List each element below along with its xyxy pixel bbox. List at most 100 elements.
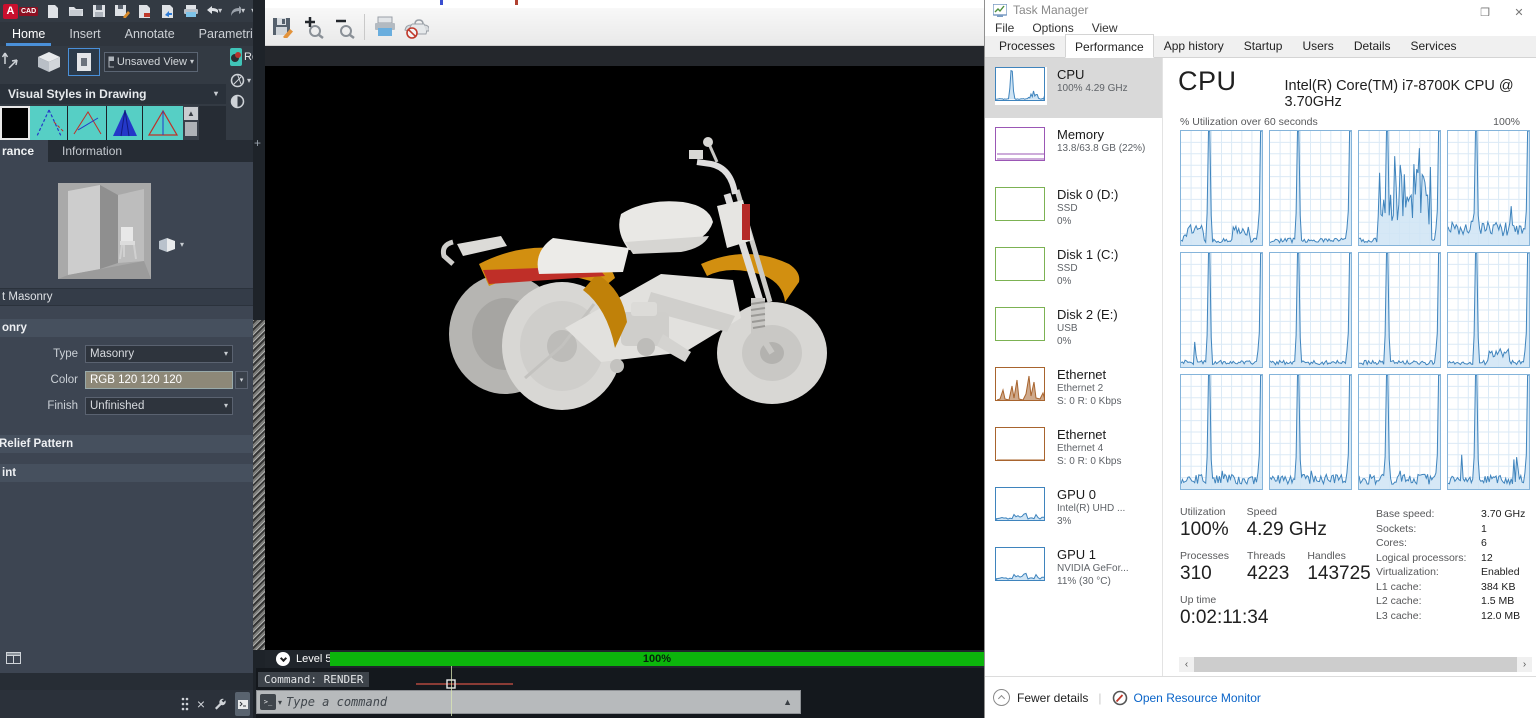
sidebar-item-disk-2-e-4[interactable]: Disk 2 (E:)USB0% <box>985 298 1162 358</box>
print-render-icon[interactable] <box>372 13 398 41</box>
save-icon[interactable] <box>90 3 107 19</box>
zoom-in-icon[interactable] <box>300 13 326 41</box>
print-icon[interactable] <box>182 3 199 19</box>
ribbon-tab-annotate[interactable]: Annotate <box>113 22 187 46</box>
sidebar-item-ethernet-6[interactable]: EthernetEthernet 4S: 0 R: 0 Kbps <box>985 418 1162 478</box>
drag-handle-icon[interactable] <box>181 697 189 711</box>
autocad-status-bar: × <box>0 690 256 718</box>
visual-style-thumb-hidden[interactable] <box>143 106 183 140</box>
redo-icon[interactable]: ▾ <box>228 3 245 19</box>
menu-options[interactable]: Options <box>1032 21 1073 35</box>
finish-dropdown[interactable]: Unfinished▾ <box>85 397 233 415</box>
swatch-shape-button[interactable]: ▾ <box>157 236 184 253</box>
utilization-caption: % Utilization over 60 seconds <box>1180 116 1318 128</box>
sidebar-item-memory-1[interactable]: Memory13.8/63.8 GB (22%) <box>985 118 1162 178</box>
close-icon[interactable]: ✕ <box>1502 1 1536 19</box>
cpu-chip-name: Intel(R) Core(TM) i7-8700K CPU @ 3.70GHz <box>1285 78 1522 110</box>
sidebar-item-gpu-0-7[interactable]: GPU 0Intel(R) UHD ...3% <box>985 478 1162 538</box>
progress-chevron-icon[interactable] <box>276 652 290 666</box>
3d-box-icon[interactable] <box>34 48 64 76</box>
stat-handles: Handles143725 <box>1307 550 1370 585</box>
visual-styles-header[interactable]: Visual Styles in Drawing ▾ <box>0 84 226 104</box>
scroll-right-icon[interactable]: › <box>1517 659 1532 670</box>
thumbnail-scrollbar[interactable]: ▲ <box>183 106 199 140</box>
maximize-icon[interactable]: ❒ <box>1468 1 1502 19</box>
tab-services[interactable]: Services <box>1401 35 1467 57</box>
section-relief-pattern[interactable]: Relief Pattern <box>0 435 253 453</box>
autocad-logo-icon[interactable]: A CAD <box>3 4 38 19</box>
save-render-icon[interactable] <box>269 13 295 41</box>
menu-file[interactable]: File <box>995 21 1014 35</box>
detail-logical-processors: Logical processors:12 <box>1376 552 1536 564</box>
zoom-out-icon[interactable] <box>331 13 357 41</box>
command-prompt-icon: >_ <box>260 694 276 710</box>
logical-processor-graph-8 <box>1180 374 1263 490</box>
close-icon[interactable]: × <box>197 697 205 711</box>
view-selector[interactable]: Unsaved View ▾ <box>104 52 198 72</box>
scroll-left-icon[interactable]: ‹ <box>1179 659 1194 670</box>
scroll-up-icon[interactable]: ▲ <box>184 107 198 120</box>
rendered-motorcycle <box>265 66 984 650</box>
ribbon-tab-home[interactable]: Home <box>0 22 57 46</box>
cpu-stats-block: Utilization100%Speed4.29 GHzProcesses310… <box>1180 506 1370 638</box>
logical-processor-graph-3 <box>1447 130 1530 246</box>
color-dropdown-button[interactable]: ▾ <box>235 371 248 389</box>
new-file-icon[interactable] <box>44 3 61 19</box>
color-field[interactable]: RGB 120 120 120 <box>85 371 233 389</box>
move-arrows-icon[interactable] <box>1 50 23 75</box>
ethernet-mini-graph <box>995 367 1047 405</box>
wrench-icon[interactable] <box>213 697 227 711</box>
save-as-icon[interactable] <box>113 3 130 19</box>
command-input-bar[interactable]: >_ ▾ Type a command ▲ <box>256 690 801 714</box>
command-line-toggle-button[interactable] <box>235 692 250 716</box>
toolbar-separator <box>364 14 365 40</box>
cancel-render-teapot-icon[interactable] <box>403 13 429 41</box>
sidebar-item-text: GPU 1NVIDIA GeFor...11% (30 °C) <box>1057 547 1129 588</box>
menu-view[interactable]: View <box>1092 21 1118 35</box>
tab-information[interactable]: Information <box>48 140 136 162</box>
material-name-bar[interactable]: t Masonry <box>0 288 253 306</box>
tab-processes[interactable]: Processes <box>989 35 1065 57</box>
visual-style-thumb-2d[interactable] <box>0 106 30 140</box>
tab-startup[interactable]: Startup <box>1234 35 1293 57</box>
fewer-details-button[interactable]: Fewer details <box>993 689 1088 706</box>
scrollbar-thumb[interactable] <box>1194 657 1517 672</box>
sidebar-item-ethernet-5[interactable]: EthernetEthernet 2S: 0 R: 0 Kbps <box>985 358 1162 418</box>
render-window-titlebar[interactable] <box>265 0 984 8</box>
progress-level-label: Level 5 <box>296 653 331 665</box>
logical-processor-graph-5 <box>1269 252 1352 368</box>
sidebar-item-disk-0-d-2[interactable]: Disk 0 (D:)SSD0% <box>985 178 1162 238</box>
autocad-command-area: Command: RENDER >_ ▾ Type a command ▲ <box>256 668 984 718</box>
task-manager-titlebar[interactable]: Task Manager ❒ ✕ <box>985 0 1536 20</box>
section-masonry[interactable]: onry <box>0 319 253 337</box>
undo-icon[interactable]: ▾ <box>205 3 222 19</box>
command-expand-icon[interactable]: ▲ <box>783 697 792 707</box>
palette-layout-icon[interactable] <box>6 652 21 667</box>
scrollbar-thumb[interactable] <box>185 122 197 136</box>
plot-icon[interactable] <box>136 3 153 19</box>
publish-icon[interactable] <box>159 3 176 19</box>
visual-style-thumb-wire2[interactable] <box>68 106 107 140</box>
ribbon-tab-insert[interactable]: Insert <box>57 22 112 46</box>
sidebar-item-gpu-1-8[interactable]: GPU 1NVIDIA GeFor...11% (30 °C) <box>985 538 1162 598</box>
section-tint[interactable]: int <box>0 464 253 482</box>
tab-app-history[interactable]: App history <box>1154 35 1234 57</box>
ribbon-tab-parametric[interactable]: Parametric <box>187 22 256 46</box>
open-resource-monitor-link[interactable]: Open Resource Monitor <box>1134 691 1261 705</box>
render-icon[interactable] <box>230 48 242 66</box>
logical-processor-graph-11 <box>1447 374 1530 490</box>
tab-performance[interactable]: Performance <box>1065 34 1154 58</box>
visual-style-thumb-wire1[interactable] <box>30 106 68 140</box>
horizontal-scrollbar[interactable]: ‹ › <box>1179 657 1532 672</box>
sidebar-item-disk-1-c-3[interactable]: Disk 1 (C:)SSD0% <box>985 238 1162 298</box>
masonry-form: Type Masonry▾ Color RGB 120 120 120 ▾ Fi… <box>0 337 253 429</box>
section-plane-button[interactable] <box>68 48 100 76</box>
open-folder-icon[interactable] <box>67 3 84 19</box>
tab-details[interactable]: Details <box>1344 35 1401 57</box>
sidebar-item-text: Memory13.8/63.8 GB (22%) <box>1057 127 1145 156</box>
sidebar-item-cpu-0[interactable]: CPU100% 4.29 GHz <box>985 58 1162 118</box>
tab-appearance[interactable]: rance <box>0 140 48 162</box>
type-dropdown[interactable]: Masonry▾ <box>85 345 233 363</box>
tab-users[interactable]: Users <box>1292 35 1343 57</box>
visual-style-thumb-shaded[interactable] <box>107 106 143 140</box>
